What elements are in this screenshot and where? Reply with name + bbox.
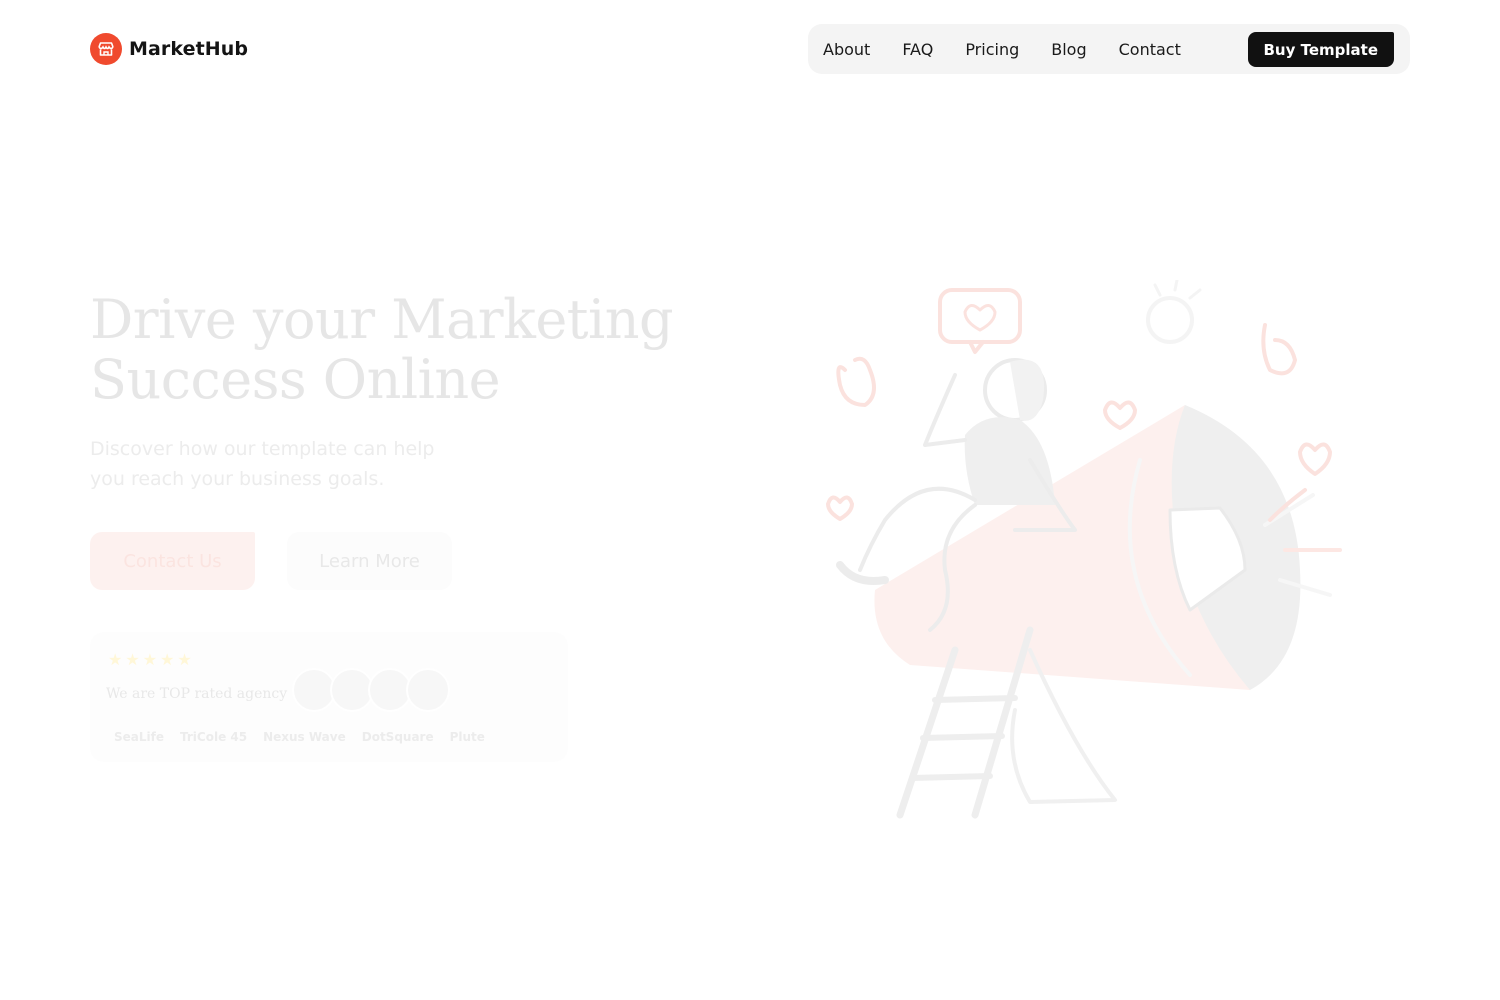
rating-text: We are TOP rated agency: [106, 686, 288, 702]
brand-logo-nexus-wave: Nexus Wave: [263, 730, 346, 744]
hero-buttons: Contact Us Learn More: [90, 532, 650, 590]
hero-title-part1: Drive your: [90, 288, 392, 351]
rating-stars: ★★★★★: [108, 650, 195, 669]
nav-link-pricing[interactable]: Pricing: [965, 40, 1019, 59]
hero-subtitle: Discover how our template can help you r…: [90, 438, 435, 490]
nav-link-faq[interactable]: FAQ: [902, 40, 933, 59]
rating-card: ★★★★★ We are TOP rated agency SeaLife Tr…: [90, 632, 568, 762]
nav-link-blog[interactable]: Blog: [1051, 40, 1086, 59]
hero-title: Drive your Marketing Success Online: [90, 288, 674, 411]
learn-more-button[interactable]: Learn More: [287, 532, 452, 590]
brand-logo-plute: Plute: [449, 730, 485, 744]
brand-logo-sealife: SeaLife: [114, 730, 164, 744]
brand-logo-tricole: TriCole 45: [180, 730, 248, 744]
nav-link-about[interactable]: About: [823, 40, 870, 59]
site-header: MarketHub About FAQ Pricing Blog Contact…: [0, 0, 1500, 100]
hero-section: Drive your Marketing Success Online Disc…: [90, 288, 674, 762]
avatar: [406, 668, 450, 712]
brand-logo-dotsquare: DotSquare: [361, 730, 434, 744]
contact-us-button[interactable]: Contact Us: [90, 532, 255, 590]
hero-title-line2: Success Online: [90, 348, 501, 411]
buy-template-button[interactable]: Buy Template: [1247, 32, 1394, 67]
nav-link-contact[interactable]: Contact: [1119, 40, 1181, 59]
megaphone-illustration: [815, 278, 1355, 825]
storefront-icon: [90, 33, 122, 65]
brand-logos: SeaLife TriCole 45 Nexus Wave DotSquare …: [114, 730, 485, 744]
avatar-group: [292, 668, 450, 712]
main-nav: About FAQ Pricing Blog Contact Buy Templ…: [808, 24, 1410, 74]
hero-title-highlight: Marketing: [391, 288, 674, 352]
logo-text: MarketHub: [129, 38, 249, 60]
logo[interactable]: MarketHub: [90, 33, 248, 65]
